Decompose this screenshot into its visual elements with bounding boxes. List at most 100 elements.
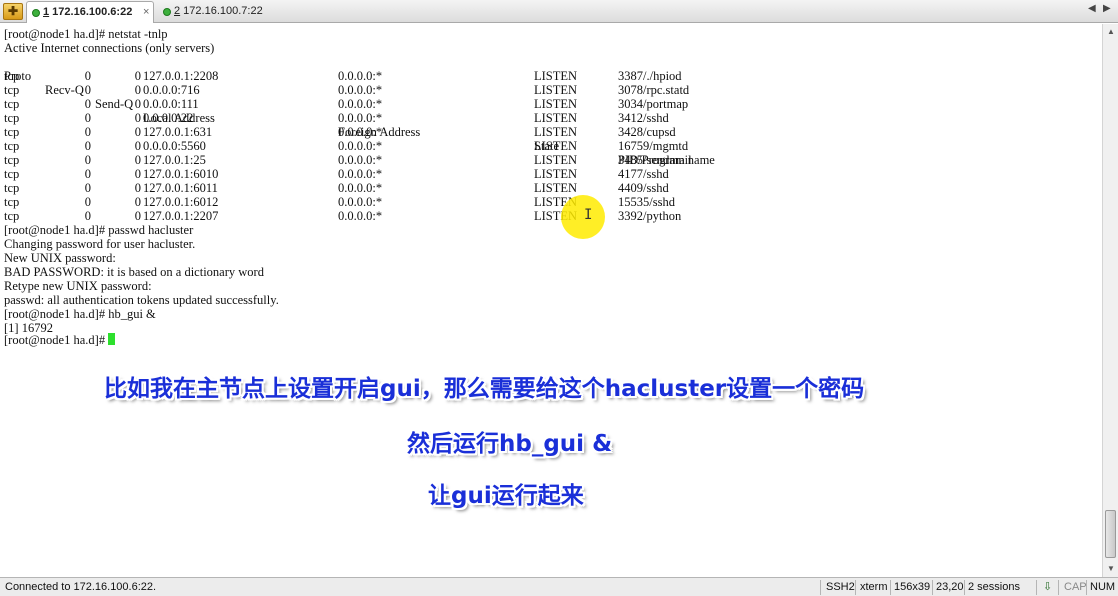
- cell-recvq: 0: [84, 181, 91, 195]
- cell-foreign: 0.0.0.0:*: [338, 83, 383, 97]
- cell-state: LISTEN: [534, 97, 578, 111]
- subtitle-line-2: 然后运行hb_gui &: [407, 431, 613, 457]
- new-session-button[interactable]: ✚: [3, 3, 23, 20]
- cell-foreign: 0.0.0.0:*: [338, 69, 383, 83]
- terminal-size: 156x39: [894, 581, 931, 593]
- cell-recvq: 0: [84, 153, 91, 167]
- cell-local: 127.0.0.1:6012: [143, 195, 219, 209]
- cell-state: LISTEN: [534, 181, 578, 195]
- cell-pid: 15535/sshd: [618, 195, 675, 209]
- cell-pid: 3034/portmap: [618, 97, 689, 111]
- terminal-line: [root@node1 ha.d]# hb_gui &: [4, 307, 156, 321]
- terminal-prompt-line: [root@node1 ha.d]#: [4, 333, 116, 347]
- tab-scroll-left-icon[interactable]: ◀: [1088, 3, 1096, 14]
- cell-sendq: 0: [134, 209, 141, 223]
- cell-local: 0.0.0.0:716: [143, 83, 200, 97]
- cell-sendq: 0: [134, 167, 141, 181]
- tab-label: 172.16.100.7:22: [180, 5, 263, 17]
- cell-foreign: 0.0.0.0:*: [338, 111, 383, 125]
- cell-proto: tcp: [4, 195, 20, 209]
- terminal-line: New UNIX password:: [4, 251, 116, 265]
- scroll-up-icon[interactable]: ▲: [1103, 24, 1118, 40]
- terminal-line: [root@node1 ha.d]# netstat -tnlp: [4, 27, 168, 41]
- terminal-line: BAD PASSWORD: it is based on a dictionar…: [4, 265, 264, 279]
- scrollbar-thumb[interactable]: [1105, 510, 1116, 558]
- cell-state: LISTEN: [534, 125, 578, 139]
- cell-recvq: 0: [84, 195, 91, 209]
- cell-state: LISTEN: [534, 153, 578, 167]
- status-divider: [890, 580, 891, 595]
- cell-foreign: 0.0.0.0:*: [338, 97, 383, 111]
- terminal-output[interactable]: [root@node1 ha.d]# netstat -tnlp Active …: [0, 24, 1102, 577]
- cell-state: LISTEN: [534, 167, 578, 181]
- cell-foreign: 0.0.0.0:*: [338, 209, 383, 223]
- status-divider: [1086, 580, 1087, 595]
- cell-state: LISTEN: [534, 139, 578, 153]
- scroll-down-icon[interactable]: ▼: [1103, 561, 1118, 577]
- protocol-indicator: SSH2: [826, 581, 855, 593]
- status-divider: [820, 580, 821, 595]
- connection-status: Connected to 172.16.100.6:22.: [5, 581, 157, 593]
- terminal-type: xterm: [860, 581, 888, 593]
- cell-proto: tcp: [4, 181, 20, 195]
- status-divider: [855, 580, 856, 595]
- cell-sendq: 0: [134, 139, 141, 153]
- cell-sendq: 0: [134, 153, 141, 167]
- cell-state: LISTEN: [534, 111, 578, 125]
- cell-local: 127.0.0.1:631: [143, 125, 213, 139]
- cell-pid: 3428/cupsd: [618, 125, 676, 139]
- cell-local: 0.0.0.0:111: [143, 97, 199, 111]
- vertical-scrollbar[interactable]: ▲ ▼: [1102, 24, 1118, 577]
- cell-sendq: 0: [134, 111, 141, 125]
- mouse-highlight: [561, 195, 605, 239]
- tab-scroll-right-icon[interactable]: ▶: [1103, 3, 1111, 14]
- netstat-header-row: Proto Recv-Q Send-Q Local Address Foreig…: [4, 55, 715, 167]
- cell-recvq: 0: [84, 125, 91, 139]
- cell-proto: tcp: [4, 97, 20, 111]
- subtitle-line-3: 让gui运行起来: [428, 483, 584, 509]
- cursor-position: 23,20: [936, 581, 964, 593]
- cell-pid: 4409/sshd: [618, 181, 669, 195]
- caps-lock-indicator: CAP: [1064, 581, 1087, 593]
- cell-pid: 4177/sshd: [618, 167, 669, 181]
- status-divider: [1058, 580, 1059, 595]
- cell-proto: tcp: [4, 125, 20, 139]
- cell-sendq: 0: [134, 125, 141, 139]
- cell-pid: 16759/mgmtd: [618, 139, 689, 153]
- cell-local: 127.0.0.1:2208: [143, 69, 219, 83]
- cell-proto: tcp: [4, 111, 20, 125]
- cell-foreign: 0.0.0.0:*: [338, 153, 383, 167]
- cell-foreign: 0.0.0.0:*: [338, 181, 383, 195]
- cell-state: LISTEN: [534, 83, 578, 97]
- status-divider: [1036, 580, 1037, 595]
- cell-local: 127.0.0.1:6011: [143, 181, 218, 195]
- terminal-line: Active Internet connections (only server…: [4, 41, 215, 55]
- cell-local: 0.0.0.0:5560: [143, 139, 206, 153]
- connected-status-icon: [32, 9, 40, 17]
- ibeam-cursor-icon: I: [584, 207, 593, 223]
- tab-label: 172.16.100.6:22: [49, 6, 133, 18]
- cell-sendq: 0: [134, 83, 141, 97]
- cell-sendq: 0: [134, 69, 141, 83]
- cell-proto: tcp: [4, 69, 20, 83]
- tab-session-1[interactable]: 1 172.16.100.6:22 ×: [26, 1, 154, 23]
- transfer-icon[interactable]: ⇩: [1043, 580, 1052, 593]
- cell-state: LISTEN: [534, 69, 578, 83]
- cell-recvq: 0: [84, 97, 91, 111]
- cell-proto: tcp: [4, 209, 20, 223]
- cell-proto: tcp: [4, 153, 20, 167]
- cell-sendq: 0: [134, 97, 141, 111]
- cell-recvq: 0: [84, 139, 91, 153]
- cell-recvq: 0: [84, 83, 91, 97]
- connected-status-icon: [163, 8, 171, 16]
- close-tab-icon[interactable]: ×: [143, 2, 149, 23]
- terminal-line: passwd: all authentication tokens update…: [4, 293, 279, 307]
- status-divider: [964, 580, 965, 595]
- cell-foreign: 0.0.0.0:*: [338, 125, 383, 139]
- tab-session-2[interactable]: 2 172.16.100.7:22: [158, 1, 288, 23]
- cell-proto: tcp: [4, 167, 20, 181]
- cell-recvq: 0: [84, 111, 91, 125]
- cell-pid: 3485/sendmail: [618, 153, 692, 167]
- cell-recvq: 0: [84, 209, 91, 223]
- shell-prompt: [root@node1 ha.d]#: [4, 333, 109, 347]
